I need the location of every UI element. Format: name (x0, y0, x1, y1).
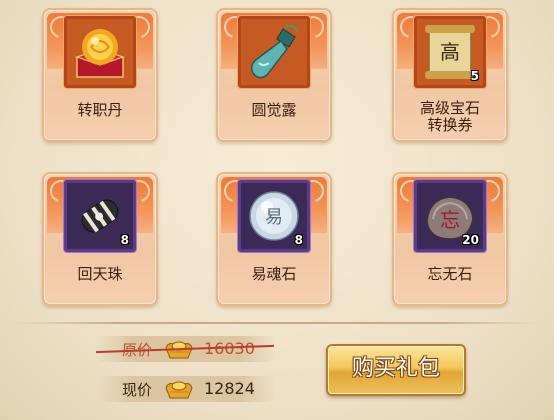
item-name: 回天珠 (77, 265, 123, 283)
item-name: 忘无石 (427, 265, 473, 283)
orange-pill-icon (75, 29, 125, 78)
current-price-label: 现价 (122, 381, 153, 399)
current-price-value: 12824 (204, 379, 255, 398)
item-card[interactable]: 圆觉露 (216, 8, 332, 142)
item-card[interactable]: 高 5 高级宝石 转换券 (392, 8, 508, 142)
item-card[interactable]: 忘 20 忘无石 (392, 172, 508, 306)
item-icon-frame[interactable]: 8 (64, 180, 136, 252)
item-card[interactable]: 转职丹 (42, 8, 158, 142)
buy-pack-button[interactable]: 购买礼包 (326, 344, 466, 396)
divider (14, 322, 540, 324)
potion-bottle-icon (250, 24, 298, 79)
item-icon-frame[interactable] (64, 16, 136, 88)
item-name: 圆觉露 (251, 101, 297, 119)
item-card[interactable]: 8 回天珠 (42, 172, 158, 306)
item-count: 8 (120, 233, 129, 247)
item-card[interactable]: 易 8 易魂石 (216, 172, 332, 306)
item-name: 转职丹 (77, 101, 123, 119)
item-count: 5 (470, 69, 479, 83)
item-count: 20 (462, 233, 479, 247)
item-icon-frame[interactable]: 忘 20 (414, 180, 486, 252)
current-price-row: 现价 12824 (96, 376, 276, 402)
gold-ingot-icon (165, 381, 193, 399)
svg-text:易: 易 (265, 207, 283, 228)
item-name: 高级宝石 转换券 (419, 99, 480, 134)
item-icon-frame[interactable]: 高 5 (414, 16, 486, 88)
item-count: 8 (294, 233, 303, 247)
svg-text:忘: 忘 (440, 208, 460, 232)
svg-text:高: 高 (440, 40, 460, 64)
item-icon-frame[interactable]: 易 8 (238, 180, 310, 252)
item-icon-frame[interactable] (238, 16, 310, 88)
item-name: 易魂石 (251, 265, 297, 283)
original-price-row: 原价 16030 (96, 336, 276, 362)
